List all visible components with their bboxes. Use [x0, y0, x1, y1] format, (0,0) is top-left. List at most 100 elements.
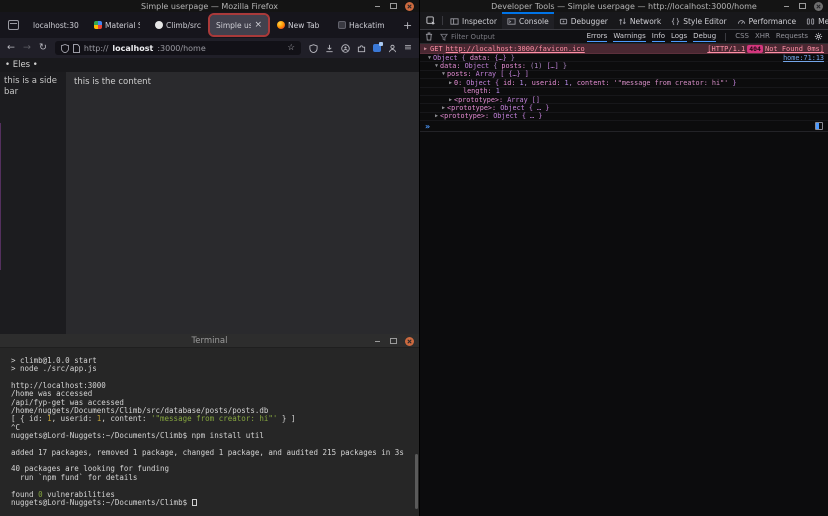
account-circle-icon[interactable] — [341, 44, 350, 53]
page-nav-text[interactable]: • Eles • — [5, 60, 38, 70]
separator — [442, 16, 443, 25]
console-token: posts: — [501, 62, 530, 70]
close-icon[interactable] — [814, 2, 823, 11]
bookmark-star-icon[interactable]: ☆ — [287, 43, 295, 53]
tab-close-icon[interactable]: × — [254, 21, 262, 30]
back-button[interactable]: ← — [7, 43, 15, 53]
devtools-tab-inspector[interactable]: Inspector — [445, 12, 502, 29]
close-icon[interactable] — [405, 337, 414, 346]
status-code-badge: 404 — [747, 45, 763, 53]
request-url-link[interactable]: http://localhost:3000/favicon.ico — [446, 45, 585, 53]
trash-icon[interactable] — [425, 32, 433, 41]
collapse-arrow-icon[interactable]: ▼ — [428, 55, 431, 61]
minimize-icon[interactable] — [373, 2, 382, 11]
console-token: posts: — [447, 70, 476, 78]
source-location-link[interactable]: home:71:13 — [783, 54, 828, 62]
filter-warnings[interactable]: Warnings — [613, 32, 645, 42]
maximize-icon[interactable] — [798, 2, 807, 11]
terminal-window-title: Terminal — [192, 336, 228, 346]
devtools-tab-network[interactable]: Network — [613, 12, 666, 29]
filter-errors[interactable]: Errors — [587, 32, 608, 42]
filter-requests[interactable]: Requests — [776, 32, 808, 42]
terminal-scrollbar[interactable] — [415, 454, 418, 509]
devtools-tab-performance[interactable]: Performance — [732, 12, 802, 29]
firefox-view-icon[interactable] — [8, 20, 19, 30]
pick-element-icon[interactable] — [422, 16, 440, 26]
browser-tab-1[interactable]: Material Sym — [88, 15, 146, 35]
browser-tab-5[interactable]: Hackatime — [332, 15, 390, 35]
browser-tab-2[interactable]: Climb/src/da — [149, 15, 207, 35]
console-token: {…} — [494, 54, 506, 62]
forward-button[interactable]: → — [23, 43, 31, 53]
tab-label: Simple userpa — [216, 21, 251, 30]
reload-button[interactable]: ↻ — [39, 43, 47, 53]
filter-debug[interactable]: Debug — [693, 32, 716, 42]
console-token: , — [569, 79, 577, 87]
devtools-tab-memory[interactable]: Memory — [801, 12, 828, 29]
network-error-row[interactable]: ▶ GET http://localhost:3000/favicon.ico … — [420, 44, 828, 54]
extensions-icon[interactable] — [357, 44, 366, 53]
terminal-text: > node ./src/app.js — [11, 364, 97, 373]
console-token: 1 — [496, 87, 500, 95]
terminal-titlebar[interactable]: Terminal — [0, 334, 419, 348]
filter-xhr[interactable]: XHR — [755, 32, 770, 42]
expand-arrow-icon[interactable]: ▶ — [449, 80, 452, 86]
tab-strip-tabs: localhost:30Material SymClimb/src/daSimp… — [27, 15, 390, 35]
tab-label: localhost:30 — [33, 21, 79, 30]
filter-css[interactable]: CSS — [735, 32, 749, 42]
profile-icon[interactable] — [388, 44, 397, 53]
menu-icon[interactable]: ≡ — [404, 43, 412, 53]
active-filter-group: Errors Warnings Info Logs Debug — [587, 32, 717, 42]
new-tab-button[interactable]: + — [397, 20, 418, 31]
terminal-output[interactable]: > climb@1.0.0 start> node ./src/app.js h… — [0, 348, 419, 507]
console-input-row[interactable]: » — [420, 121, 828, 132]
expand-arrow-icon[interactable]: ▶ — [435, 113, 438, 119]
tab-strip: localhost:30Material SymClimb/src/daSimp… — [0, 12, 419, 38]
close-icon[interactable] — [405, 2, 414, 11]
devtools-tab-style-editor[interactable]: Style Editor — [666, 12, 731, 29]
sidebar-text: this is a side bar — [4, 76, 57, 97]
firefox-titlebar[interactable]: Simple userpage — Mozilla Firefox — [0, 0, 419, 12]
debugger-tool-icon — [559, 17, 568, 26]
console-settings-gear-icon[interactable] — [814, 32, 823, 41]
maximize-icon[interactable] — [389, 337, 398, 346]
pocket-shield-icon[interactable] — [309, 44, 318, 53]
browser-tab-0[interactable]: localhost:30 — [27, 15, 85, 35]
extension-badge — [379, 42, 383, 46]
minimize-icon[interactable] — [782, 2, 791, 11]
download-icon[interactable] — [325, 44, 334, 53]
url-bar[interactable]: http:// localhost :3000/home ☆ — [55, 41, 301, 55]
console-filter-bar: Filter Output Errors Warnings Info Logs Debu… — [420, 30, 828, 44]
devtools-tab-console[interactable]: Console — [502, 12, 554, 29]
minimize-icon[interactable] — [373, 337, 382, 346]
expand-arrow-icon[interactable]: ▶ — [442, 105, 445, 111]
url-path: :3000/home — [157, 44, 205, 53]
console-token: { — [462, 54, 470, 62]
page-info-icon[interactable] — [73, 44, 80, 53]
ublock-extension-icon[interactable] — [373, 44, 381, 52]
firefox-favicon-icon — [277, 21, 285, 29]
browser-tab-3[interactable]: Simple userpa× — [210, 15, 268, 35]
devtools-tab-label: Performance — [749, 17, 797, 26]
terminal-line: nuggets@Lord-Nuggets:~/Documents/Climb$ … — [11, 432, 419, 440]
split-console-icon[interactable] — [815, 122, 823, 130]
material-favicon-icon — [94, 21, 102, 29]
filter-output-input[interactable]: Filter Output — [451, 33, 495, 41]
browser-tab-4[interactable]: New Tab — [271, 15, 329, 35]
status-protocol: [HTTP/1.1 — [707, 45, 745, 53]
maximize-icon[interactable] — [389, 2, 398, 11]
expand-arrow-icon[interactable]: ▶ — [424, 46, 427, 52]
filter-logs[interactable]: Logs — [671, 32, 687, 42]
tracking-protection-shield-icon[interactable] — [61, 44, 69, 53]
collapse-arrow-icon[interactable]: ▼ — [442, 71, 445, 77]
collapse-arrow-icon[interactable]: ▼ — [435, 63, 438, 69]
devtools-titlebar[interactable]: Developer Tools — Simple userpage — http… — [420, 0, 828, 12]
terminal-line: nuggets@Lord-Nuggets:~/Documents/Climb$ — [11, 499, 419, 507]
filter-info[interactable]: Info — [652, 32, 665, 42]
expand-arrow-icon[interactable]: ▶ — [449, 97, 452, 103]
terminal-text: nuggets@Lord-Nuggets:~/Documents/Climb$ … — [11, 431, 264, 440]
firefox-window-title: Simple userpage — Mozilla Firefox — [141, 2, 278, 11]
console-token: } — [507, 54, 515, 62]
console-log-row[interactable]: ▶<prototype>: Object { … } — [420, 113, 828, 121]
devtools-tab-debugger[interactable]: Debugger — [554, 12, 613, 29]
